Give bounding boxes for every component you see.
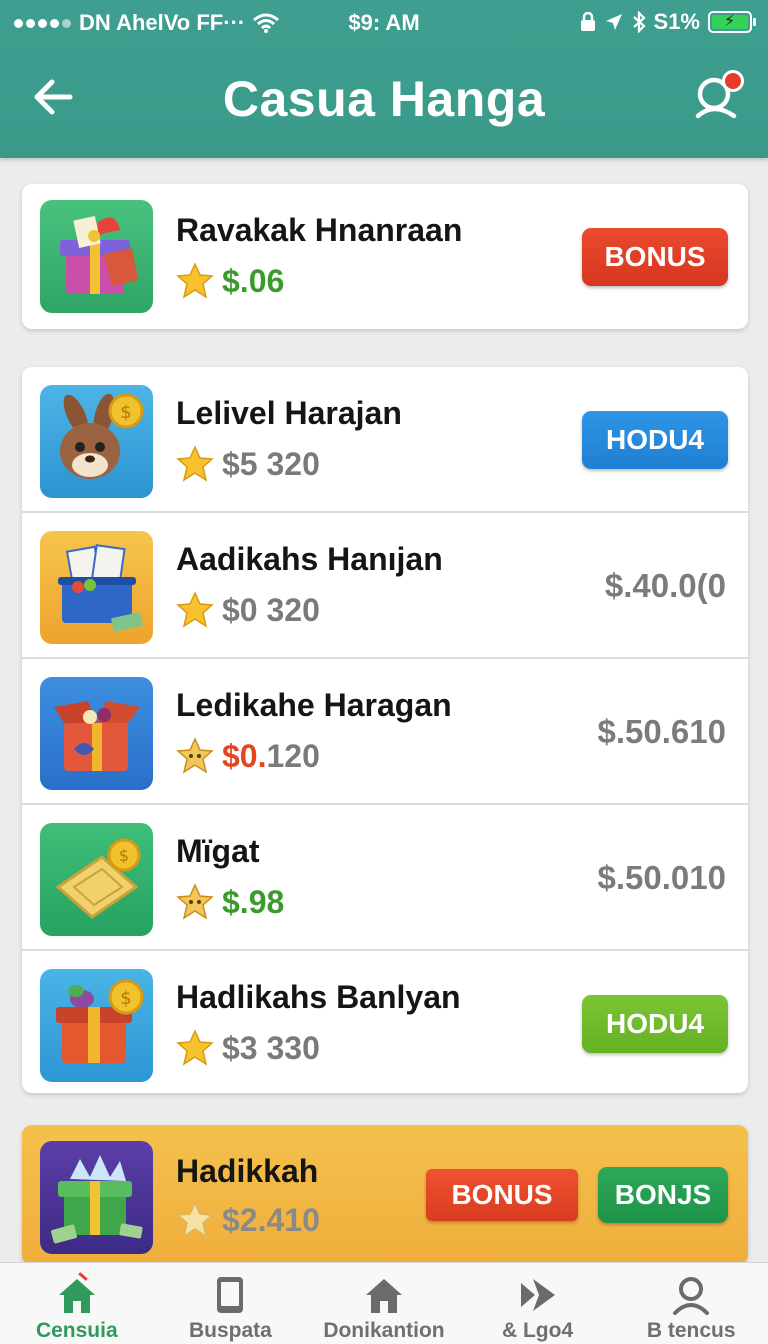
home-icon [58, 1279, 95, 1313]
tab-censuia[interactable]: Censuia [0, 1263, 154, 1344]
tablet-icon [217, 1277, 244, 1313]
item-title: Mïgat [176, 833, 260, 869]
app-header: DN AhelVo FF··· $9: AM S1% ⚡ Casua Hanga [0, 0, 768, 158]
item-list: $ Lelivel Harajan $5 320 HODU4 Aadikahs … [22, 367, 748, 1093]
page-title: Casua Hanga [222, 71, 546, 127]
lock-icon [580, 12, 595, 31]
hodu-button[interactable]: HODU4 [582, 411, 728, 469]
location-icon [605, 14, 622, 30]
list-item[interactable]: Aadikahs Hanıjan $0 320 $.40.0(0 [22, 513, 748, 659]
item-amount: $.06 [222, 262, 285, 299]
gift-coin-icon: $ [40, 969, 153, 1082]
house-icon [365, 1279, 402, 1313]
status-bar: DN AhelVo FF··· $9: AM S1% ⚡ [0, 0, 768, 44]
gold-ticket-icon: $ [40, 823, 153, 936]
list-item[interactable]: $ Mïgat $.98 $.50.010 [22, 805, 748, 951]
forward-icon [520, 1279, 555, 1311]
list-item[interactable]: Ledikahe Haragan $0.120 $.50.610 [22, 659, 748, 805]
star-face-icon [176, 883, 214, 920]
bottom-tab-bar: Censuia Buspata Donikantion & Lgo4 B ten… [0, 1262, 768, 1344]
promo-bonus-button[interactable]: BONUS [426, 1169, 578, 1221]
svg-text:$: $ [120, 402, 131, 423]
notification-dot [722, 70, 744, 92]
list-item[interactable]: $ Lelivel Harajan $5 320 HODU4 [22, 367, 748, 513]
promo-amount: $2.410 [222, 1201, 320, 1238]
promo-banner[interactable]: Hadikkah $2.410 BONUS BONJS [22, 1125, 748, 1265]
battery-percent: S1% [653, 9, 700, 34]
item-amount: $3 330 [222, 1029, 320, 1066]
item-amount-highlight: $0. [222, 737, 267, 774]
list-item[interactable]: Ravakak Hnanraan $.06 BONUS [22, 184, 748, 329]
gift-box-icon [40, 200, 153, 313]
battery-icon: ⚡ [708, 11, 756, 33]
item-title: Ledikahe Haragan [176, 687, 452, 723]
item-price: $.40.0(0 [604, 567, 726, 604]
tab-label: B tencus [646, 1319, 736, 1342]
item-title: Aadikahs Hanıjan [176, 541, 443, 577]
tab-label: & Lgo4 [501, 1319, 574, 1342]
rabbit-coin-icon: $ [40, 385, 153, 498]
item-amount: $0 320 [222, 591, 320, 628]
item-price: $.50.610 [597, 713, 726, 750]
tab-donikantion[interactable]: Donikantion [307, 1263, 461, 1344]
open-box-icon [40, 677, 153, 790]
star-icon [176, 262, 214, 299]
promo-bonjs-button[interactable]: BONJS [598, 1167, 728, 1223]
item-amount: 120 [266, 737, 320, 774]
tab-label: Censuia [35, 1319, 118, 1342]
item-title: Lelivel Harajan [176, 395, 402, 431]
hodu-button[interactable]: HODU4 [582, 995, 728, 1053]
item-title: Ravakak Hnanraan [176, 212, 463, 248]
tab-btencus[interactable]: B tencus [614, 1263, 768, 1344]
bonus-button[interactable]: BONUS [582, 228, 728, 286]
basket-icon [40, 531, 153, 644]
tab-buspata[interactable]: Buspata [154, 1263, 308, 1344]
item-price: $.50.010 [597, 859, 726, 896]
item-title: Hadlikahs Banlyan [176, 979, 461, 1015]
profile-icon [673, 1277, 710, 1315]
tab-label: Buspata [188, 1319, 272, 1342]
tab-label: Donikantion [323, 1319, 445, 1342]
list-item[interactable]: $ Hadlikahs Banlyan $3 330 HODU4 [22, 951, 748, 1093]
item-amount: $.98 [222, 883, 285, 920]
svg-text:$: $ [120, 988, 131, 1009]
featured-card[interactable]: Ravakak Hnanraan $.06 BONUS [22, 184, 748, 329]
green-gift-icon [40, 1141, 153, 1254]
star-outline-icon [176, 1201, 214, 1238]
svg-text:$: $ [119, 846, 129, 865]
bluetooth-icon [632, 11, 646, 33]
star-icon [176, 591, 214, 628]
item-amount: $5 320 [222, 445, 320, 482]
star-face-icon [176, 737, 214, 774]
star-icon [176, 1029, 214, 1066]
tab-lgo4[interactable]: & Lgo4 [461, 1263, 615, 1344]
promo-title: Hadikkah [176, 1153, 319, 1189]
star-icon [176, 445, 214, 482]
